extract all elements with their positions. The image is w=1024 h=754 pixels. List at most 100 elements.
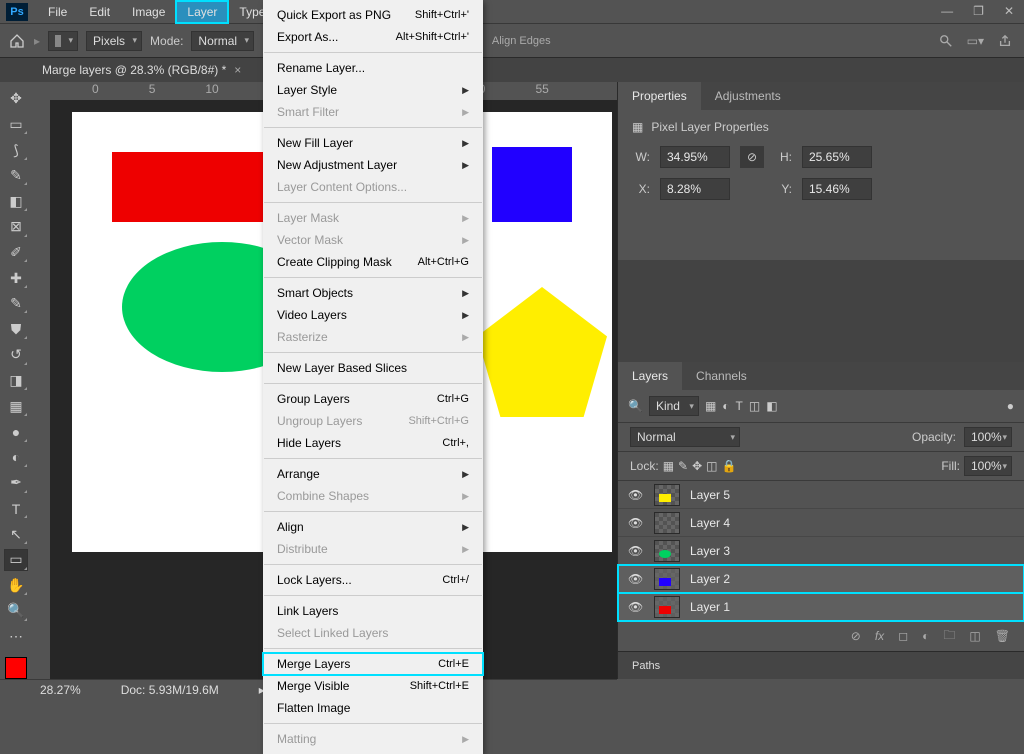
blur-tool[interactable]: ● xyxy=(4,421,28,443)
menu-item-arrange[interactable]: Arrange▶ xyxy=(263,463,483,485)
group-icon[interactable]: 🗀 xyxy=(943,626,955,647)
filter-shape-icon[interactable]: ◫ xyxy=(749,399,760,413)
y-input[interactable]: 15.46% xyxy=(802,178,872,200)
foreground-swatch[interactable] xyxy=(5,657,27,679)
menu-item-new-fill-layer[interactable]: New Fill Layer▶ xyxy=(263,132,483,154)
layer-row[interactable]: 👁 Layer 2 xyxy=(618,565,1024,593)
layer-thumbnail[interactable] xyxy=(654,540,680,562)
menu-item-layer-style[interactable]: Layer Style▶ xyxy=(263,79,483,101)
eyedropper-tool[interactable]: ✐ xyxy=(4,242,28,264)
window-minimize[interactable]: — xyxy=(941,4,953,18)
visibility-icon[interactable]: 👁 xyxy=(628,572,644,586)
window-close[interactable]: ✕ xyxy=(1004,4,1014,18)
menu-item-hide-layers[interactable]: Hide LayersCtrl+, xyxy=(263,432,483,454)
layer-blend-select[interactable]: Normal xyxy=(630,427,740,447)
filter-smart-icon[interactable]: ◧ xyxy=(766,399,777,413)
menu-item-group-layers[interactable]: Group LayersCtrl+G xyxy=(263,388,483,410)
visibility-icon[interactable]: 👁 xyxy=(628,600,644,614)
menu-file[interactable]: File xyxy=(38,2,77,22)
visibility-icon[interactable]: 👁 xyxy=(628,516,644,530)
menu-item-align[interactable]: Align▶ xyxy=(263,516,483,538)
layer-name[interactable]: Layer 2 xyxy=(690,572,730,586)
visibility-icon[interactable]: 👁 xyxy=(628,544,644,558)
layer-row[interactable]: 👁 Layer 4 xyxy=(618,509,1024,537)
brush-tool[interactable]: ✎ xyxy=(4,293,28,315)
menu-item-smart-objects[interactable]: Smart Objects▶ xyxy=(263,282,483,304)
marquee-tool[interactable]: ▭ xyxy=(4,114,28,136)
menu-item-lock-layers-[interactable]: Lock Layers...Ctrl+/ xyxy=(263,569,483,591)
tab-close-icon[interactable]: × xyxy=(234,63,241,77)
shape-fill-swatch[interactable] xyxy=(48,31,78,51)
layer-row[interactable]: 👁 Layer 3 xyxy=(618,537,1024,565)
lasso-tool[interactable]: ⟆ xyxy=(4,139,28,161)
menu-edit[interactable]: Edit xyxy=(79,2,120,22)
workspace-icon[interactable]: ▭▾ xyxy=(967,34,984,48)
home-icon[interactable] xyxy=(8,32,26,50)
fill-input[interactable]: 100% xyxy=(964,456,1012,476)
opacity-input[interactable]: 100% xyxy=(964,427,1012,447)
history-brush-tool[interactable]: ↺ xyxy=(4,344,28,366)
stamp-tool[interactable]: ⛊ xyxy=(4,318,28,340)
move-tool[interactable]: ✥ xyxy=(4,88,28,110)
layer-thumbnail[interactable] xyxy=(654,568,680,590)
menu-item-merge-layers[interactable]: Merge LayersCtrl+E xyxy=(263,653,483,675)
path-select-tool[interactable]: ↖ xyxy=(4,523,28,545)
layer-name[interactable]: Layer 4 xyxy=(690,516,730,530)
eraser-tool[interactable]: ◨ xyxy=(4,370,28,392)
filter-adjust-icon[interactable]: ◐ xyxy=(722,399,729,413)
lock-transparent-icon[interactable]: ▦ xyxy=(663,459,674,473)
tab-adjustments[interactable]: Adjustments xyxy=(701,82,795,110)
type-tool[interactable]: T xyxy=(4,498,28,520)
layer-filter-select[interactable]: Kind xyxy=(649,396,699,416)
quick-select-tool[interactable]: ✎ xyxy=(4,165,28,187)
zoom-readout[interactable]: 28.27% xyxy=(40,683,81,697)
menu-item-merge-visible[interactable]: Merge VisibleShift+Ctrl+E xyxy=(263,675,483,697)
menu-item-quick-export-as-png[interactable]: Quick Export as PNGShift+Ctrl+' xyxy=(263,4,483,26)
rectangle-tool[interactable]: ▭ xyxy=(4,549,28,571)
layer-name[interactable]: Layer 5 xyxy=(690,488,730,502)
lock-position-icon[interactable]: ✥ xyxy=(692,459,702,473)
x-input[interactable]: 8.28% xyxy=(660,178,730,200)
visibility-icon[interactable]: 👁 xyxy=(628,488,644,502)
layer-thumbnail[interactable] xyxy=(654,512,680,534)
menu-item-export-as-[interactable]: Export As...Alt+Shift+Ctrl+' xyxy=(263,26,483,48)
adjustment-icon[interactable]: ◐ xyxy=(922,629,929,643)
layer-thumbnail[interactable] xyxy=(654,484,680,506)
heal-tool[interactable]: ✚ xyxy=(4,267,28,289)
hand-tool[interactable]: ✋ xyxy=(4,575,28,597)
lock-artboard-icon[interactable]: ◫ xyxy=(706,459,717,473)
layer-row[interactable]: 👁 Layer 1 xyxy=(618,593,1024,621)
layer-thumbnail[interactable] xyxy=(654,596,680,618)
fx-icon[interactable]: fx xyxy=(875,629,884,643)
blend-mode-select[interactable]: Normal xyxy=(191,31,254,51)
layer-name[interactable]: Layer 3 xyxy=(690,544,730,558)
height-input[interactable]: 25.65% xyxy=(802,146,872,168)
menu-item-new-adjustment-layer[interactable]: New Adjustment Layer▶ xyxy=(263,154,483,176)
menu-image[interactable]: Image xyxy=(122,2,175,22)
filter-type-icon[interactable]: T xyxy=(736,399,743,413)
width-input[interactable]: 34.95% xyxy=(660,146,730,168)
filter-pixel-icon[interactable]: ▦ xyxy=(705,399,716,413)
gradient-tool[interactable]: ▦ xyxy=(4,395,28,417)
new-layer-icon[interactable]: ◫ xyxy=(969,629,980,643)
frame-tool[interactable]: ⊠ xyxy=(4,216,28,238)
menu-item-flatten-image[interactable]: Flatten Image xyxy=(263,697,483,719)
tab-paths[interactable]: Paths xyxy=(618,651,1024,679)
link-layers-icon[interactable]: ⊘ xyxy=(851,629,861,643)
lock-all-icon[interactable]: 🔒 xyxy=(722,459,737,473)
pen-tool[interactable]: ✒ xyxy=(4,472,28,494)
filter-toggle[interactable]: ● xyxy=(1007,399,1014,413)
mask-icon[interactable]: ◻ xyxy=(898,629,908,643)
document-tab[interactable]: Marge layers @ 28.3% (RGB/8#) * × xyxy=(0,58,1024,82)
menu-item-create-clipping-mask[interactable]: Create Clipping MaskAlt+Ctrl+G xyxy=(263,251,483,273)
search-icon[interactable] xyxy=(939,34,953,48)
edit-toolbar[interactable]: ⋯ xyxy=(4,626,28,648)
menu-item-video-layers[interactable]: Video Layers▶ xyxy=(263,304,483,326)
zoom-tool[interactable]: 🔍 xyxy=(4,600,28,622)
tab-channels[interactable]: Channels xyxy=(682,362,761,390)
layer-row[interactable]: 👁 Layer 5 xyxy=(618,481,1024,509)
tab-properties[interactable]: Properties xyxy=(618,82,701,110)
tab-layers[interactable]: Layers xyxy=(618,362,682,390)
unit-select[interactable]: Pixels xyxy=(86,31,142,51)
menu-item-new-layer-based-slices[interactable]: New Layer Based Slices xyxy=(263,357,483,379)
